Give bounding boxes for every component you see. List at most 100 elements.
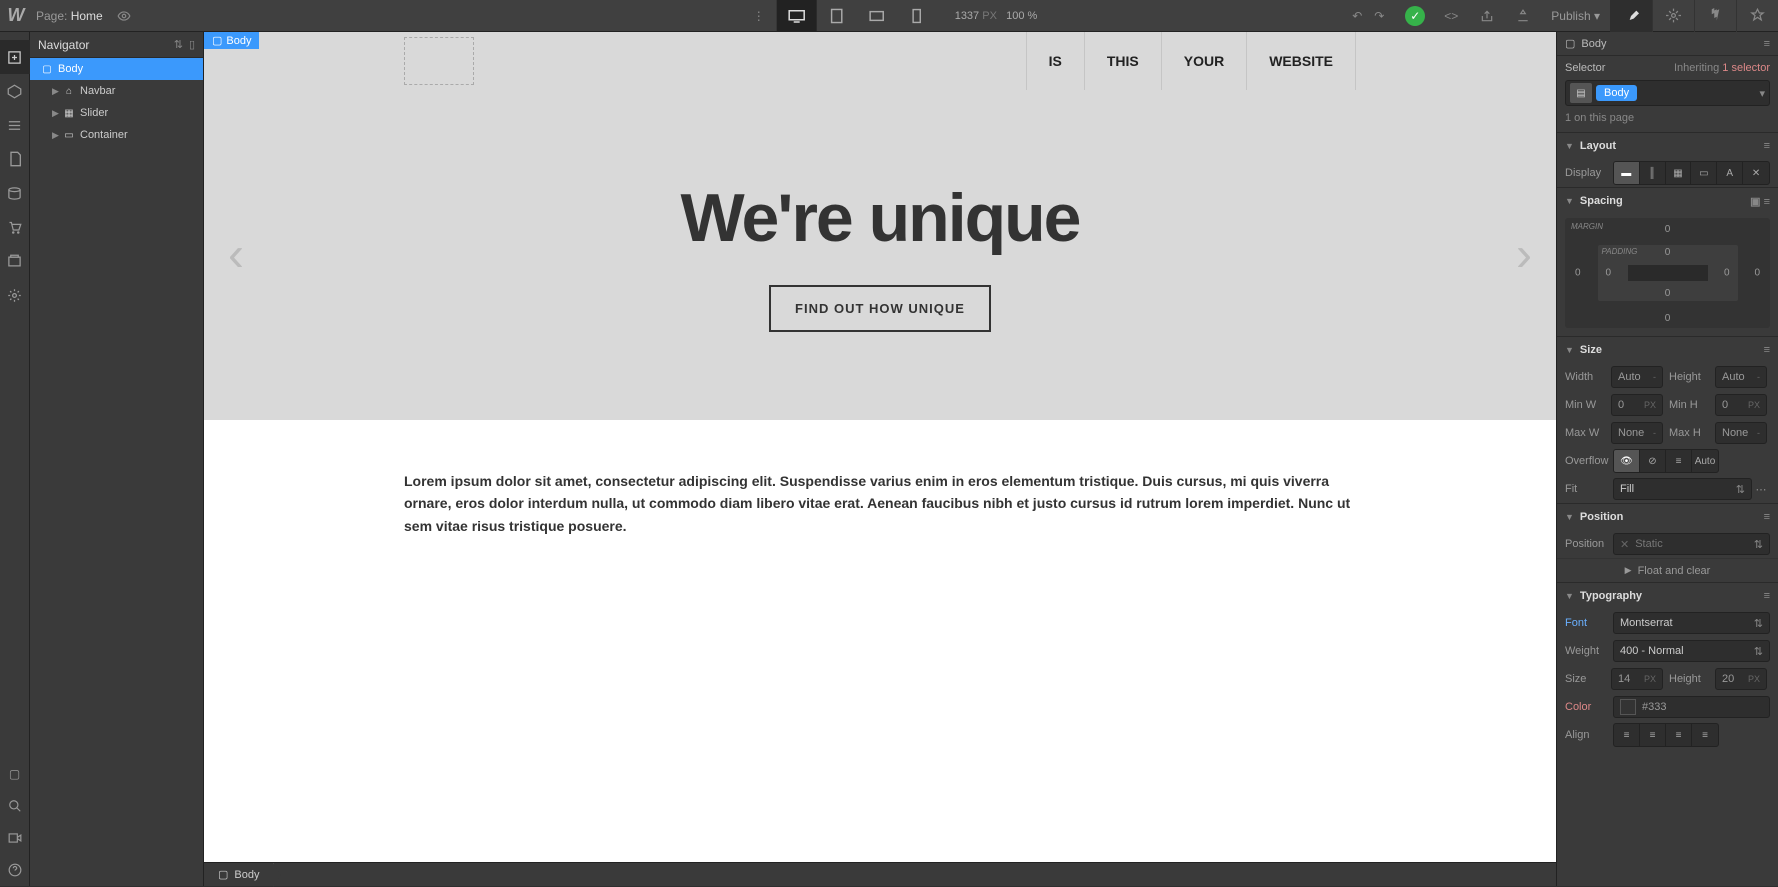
minw-input[interactable]: 0PX bbox=[1611, 394, 1663, 416]
navigator-button[interactable] bbox=[0, 108, 30, 142]
padding-top[interactable]: 0 bbox=[1665, 247, 1671, 258]
more-icon[interactable]: ⋮ bbox=[741, 9, 777, 23]
spacing-header[interactable]: ▼Spacing▣ ≡ bbox=[1557, 188, 1778, 214]
margin-left[interactable]: 0 bbox=[1575, 268, 1581, 279]
export-icon[interactable] bbox=[1469, 0, 1505, 32]
pages-button[interactable] bbox=[0, 142, 30, 176]
code-icon[interactable]: <> bbox=[1433, 0, 1469, 32]
height-input[interactable]: Auto- bbox=[1715, 366, 1767, 388]
overflow-auto-button[interactable]: Auto bbox=[1692, 450, 1718, 472]
section-menu-icon[interactable]: ≡ bbox=[1764, 590, 1770, 602]
minh-input[interactable]: 0PX bbox=[1715, 394, 1767, 416]
color-input[interactable]: #333 bbox=[1613, 696, 1770, 718]
maxw-input[interactable]: None- bbox=[1611, 422, 1663, 444]
chevron-down-icon[interactable]: ▾ bbox=[1759, 87, 1765, 100]
element-settings-tab-button[interactable] bbox=[1736, 0, 1778, 32]
site-navbar[interactable]: IS THIS YOUR WEBSITE bbox=[204, 32, 1556, 90]
slider-prev-icon[interactable]: ‹ bbox=[228, 228, 244, 283]
selector-chip[interactable]: Body bbox=[1596, 85, 1637, 101]
expand-collapse-icon[interactable]: ⇅ bbox=[174, 38, 183, 51]
desktop-breakpoint-button[interactable] bbox=[777, 0, 817, 32]
mobile-portrait-button[interactable] bbox=[897, 0, 937, 32]
paragraph-block[interactable]: Lorem ipsum dolor sit amet, consectetur … bbox=[204, 420, 1556, 587]
spacing-editor[interactable]: MARGIN 0 0 0 0 PADDING 0 0 0 0 bbox=[1565, 218, 1770, 328]
tree-item-container[interactable]: ▶ ▭ Container bbox=[30, 124, 203, 146]
menu-icon[interactable]: ≡ bbox=[1764, 38, 1770, 50]
audit-button[interactable]: ▢ bbox=[0, 758, 30, 790]
align-justify-button[interactable]: ≡ bbox=[1692, 724, 1718, 746]
cms-button[interactable] bbox=[0, 176, 30, 210]
tree-item-navbar[interactable]: ▶ ⌂ Navbar bbox=[30, 80, 203, 102]
overflow-visible-button[interactable]: 👁 bbox=[1614, 450, 1640, 472]
maxh-input[interactable]: None- bbox=[1715, 422, 1767, 444]
position-header[interactable]: ▼Position≡ bbox=[1557, 504, 1778, 530]
overflow-hidden-button[interactable]: ⊘ bbox=[1640, 450, 1666, 472]
padding-right[interactable]: 0 bbox=[1724, 268, 1730, 279]
interactions-tab-button[interactable] bbox=[1694, 0, 1736, 32]
selector-input[interactable]: ▤ Body ▾ bbox=[1565, 80, 1770, 106]
panel-toggle-icon[interactable]: ▯ bbox=[189, 38, 195, 51]
expand-arrow-icon[interactable]: ▶ bbox=[52, 86, 62, 97]
selector-mode-icon[interactable]: ▤ bbox=[1570, 83, 1592, 103]
size-header[interactable]: ▼Size≡ bbox=[1557, 337, 1778, 363]
section-menu-icon[interactable]: ≡ bbox=[1764, 511, 1770, 523]
tree-item-body[interactable]: ▢ Body bbox=[30, 58, 203, 80]
position-select[interactable]: ✕ Static⇅ bbox=[1613, 533, 1770, 555]
lineheight-input[interactable]: 20PX bbox=[1715, 668, 1767, 690]
publish-button[interactable]: Publish ▾ bbox=[1541, 9, 1610, 23]
margin-bottom[interactable]: 0 bbox=[1665, 313, 1671, 324]
webflow-logo-icon[interactable]: W bbox=[0, 0, 32, 32]
hero-cta-button[interactable]: FIND OUT HOW UNIQUE bbox=[769, 285, 991, 332]
expand-arrow-icon[interactable]: ▶ bbox=[52, 108, 62, 119]
mobile-landscape-button[interactable] bbox=[857, 0, 897, 32]
search-button[interactable] bbox=[0, 790, 30, 822]
hero-slider[interactable]: ‹ › We're unique FIND OUT HOW UNIQUE bbox=[204, 90, 1556, 420]
preview-icon[interactable] bbox=[117, 9, 131, 23]
expand-arrow-icon[interactable]: ▶ bbox=[52, 130, 62, 141]
typography-header[interactable]: ▼Typography≡ bbox=[1557, 583, 1778, 609]
section-menu-icon[interactable]: ≡ bbox=[1764, 344, 1770, 356]
size-input[interactable]: 14PX bbox=[1611, 668, 1663, 690]
nav-link-your[interactable]: YOUR bbox=[1161, 32, 1246, 90]
share-icon[interactable] bbox=[1505, 0, 1541, 32]
design-canvas[interactable]: ▢ Body IS THIS YOUR WEBSITE ‹ › We're un… bbox=[204, 32, 1556, 862]
color-swatch[interactable] bbox=[1620, 699, 1636, 715]
layout-header[interactable]: ▼Layout≡ bbox=[1557, 133, 1778, 159]
settings-button[interactable] bbox=[0, 278, 30, 312]
fit-more-icon[interactable]: ⋯ bbox=[1752, 483, 1770, 496]
tablet-breakpoint-button[interactable] bbox=[817, 0, 857, 32]
hero-heading[interactable]: We're unique bbox=[681, 179, 1080, 257]
assets-button[interactable] bbox=[0, 244, 30, 278]
inheriting-info[interactable]: Inheriting 1 selector bbox=[1674, 62, 1770, 74]
display-inline-button[interactable]: A bbox=[1717, 162, 1743, 184]
display-none-button[interactable]: ✕ bbox=[1743, 162, 1769, 184]
font-select[interactable]: Montserrat⇅ bbox=[1613, 612, 1770, 634]
add-elements-button[interactable] bbox=[0, 40, 30, 74]
align-center-button[interactable]: ≡ bbox=[1640, 724, 1666, 746]
help-button[interactable] bbox=[0, 854, 30, 886]
display-block-button[interactable]: ▬ bbox=[1614, 162, 1640, 184]
page-indicator[interactable]: Page: Home bbox=[36, 9, 103, 23]
section-menu-icon[interactable]: ▣ ≡ bbox=[1750, 195, 1770, 208]
padding-bottom[interactable]: 0 bbox=[1665, 288, 1671, 299]
display-grid-button[interactable]: ▦ bbox=[1666, 162, 1692, 184]
margin-top[interactable]: 0 bbox=[1665, 224, 1671, 235]
redo-button[interactable]: ↷ bbox=[1361, 0, 1397, 32]
breadcrumb-body[interactable]: ▢ Body bbox=[204, 863, 274, 886]
padding-left[interactable]: 0 bbox=[1606, 268, 1612, 279]
settings-tab-button[interactable] bbox=[1652, 0, 1694, 32]
slider-next-icon[interactable]: › bbox=[1516, 228, 1532, 283]
width-input[interactable]: Auto- bbox=[1611, 366, 1663, 388]
align-left-button[interactable]: ≡ bbox=[1614, 724, 1640, 746]
nav-link-website[interactable]: WEBSITE bbox=[1246, 32, 1356, 90]
nav-link-this[interactable]: THIS bbox=[1084, 32, 1161, 90]
status-check-icon[interactable]: ✓ bbox=[1405, 6, 1425, 26]
nav-link-is[interactable]: IS bbox=[1026, 32, 1084, 90]
display-flex-button[interactable]: ║ bbox=[1640, 162, 1666, 184]
ecommerce-button[interactable] bbox=[0, 210, 30, 244]
style-tab-button[interactable] bbox=[1610, 0, 1652, 32]
overflow-scroll-button[interactable]: ≡ bbox=[1666, 450, 1692, 472]
video-button[interactable] bbox=[0, 822, 30, 854]
align-right-button[interactable]: ≡ bbox=[1666, 724, 1692, 746]
margin-right[interactable]: 0 bbox=[1754, 268, 1760, 279]
